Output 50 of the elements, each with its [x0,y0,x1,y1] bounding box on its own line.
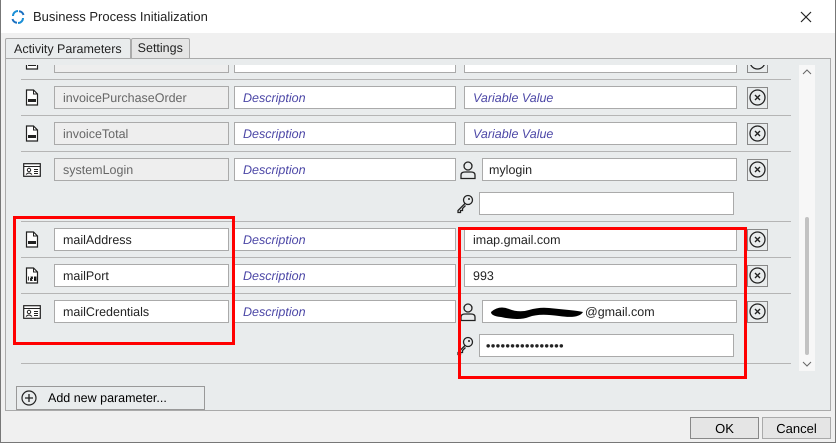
plus-icon [21,390,37,406]
description-field[interactable]: Description [234,86,456,109]
user-icon [459,302,477,322]
app-logo-icon [10,8,26,24]
tab[interactable]: Settings [130,38,190,58]
remove-button[interactable] [747,228,768,250]
parameter-name-field[interactable]: mailPort [54,264,229,287]
key-icon [456,194,474,214]
scrollbar[interactable] [799,65,815,371]
window-title: Business Process Initialization [33,9,209,24]
document-icon [23,267,41,284]
remove-button[interactable] [747,300,768,322]
parameter-name-field[interactable]: mailCredentials [54,300,229,323]
remove-button[interactable] [747,86,768,108]
tab[interactable]: Activity Parameters [5,38,131,59]
parameter-name-field[interactable]: mailAddress [54,228,229,251]
password-field[interactable] [479,192,734,215]
cancel-button[interactable]: Cancel [762,417,831,439]
username-text: @gmail.com [585,304,655,318]
username-field[interactable]: mylogin [482,158,737,181]
remove-button[interactable] [747,158,768,180]
add-parameter-button[interactable]: Add new parameter... [16,386,205,410]
document-icon [23,125,41,142]
value-field[interactable]: imap.gmail.com [464,228,737,251]
parameter-name-field[interactable]: invoiceTotal [54,122,229,145]
user-icon [459,160,477,180]
parameter-name-field[interactable]: systemLogin [54,158,229,181]
description-field[interactable]: Description [234,122,456,145]
scroll-up-icon[interactable] [802,69,812,75]
description-field[interactable]: Description [234,300,456,323]
remove-button[interactable] [747,264,768,286]
value-field[interactable]: 993 [464,264,737,287]
document-icon [23,89,41,106]
password-field[interactable]: •••••••••••••••• [479,334,734,357]
description-field[interactable]: Description [234,228,456,251]
id-card-icon [23,162,41,176]
username-text: mylogin [489,162,532,176]
remove-button[interactable] [747,122,768,144]
document-icon [23,231,41,248]
ok-button[interactable]: OK [690,417,759,439]
parameter-name-field[interactable]: invoicePurchaseOrder [54,86,229,109]
scroll-down-icon[interactable] [802,361,812,367]
key-icon [456,336,474,356]
description-field[interactable]: Description [234,264,456,287]
username-field[interactable]: @gmail.com [482,300,737,323]
value-field[interactable]: Variable Value [464,86,737,109]
id-card-icon [23,304,41,318]
close-icon[interactable] [800,10,812,22]
value-field[interactable]: Variable Value [464,122,737,145]
description-field[interactable]: Description [234,158,456,181]
